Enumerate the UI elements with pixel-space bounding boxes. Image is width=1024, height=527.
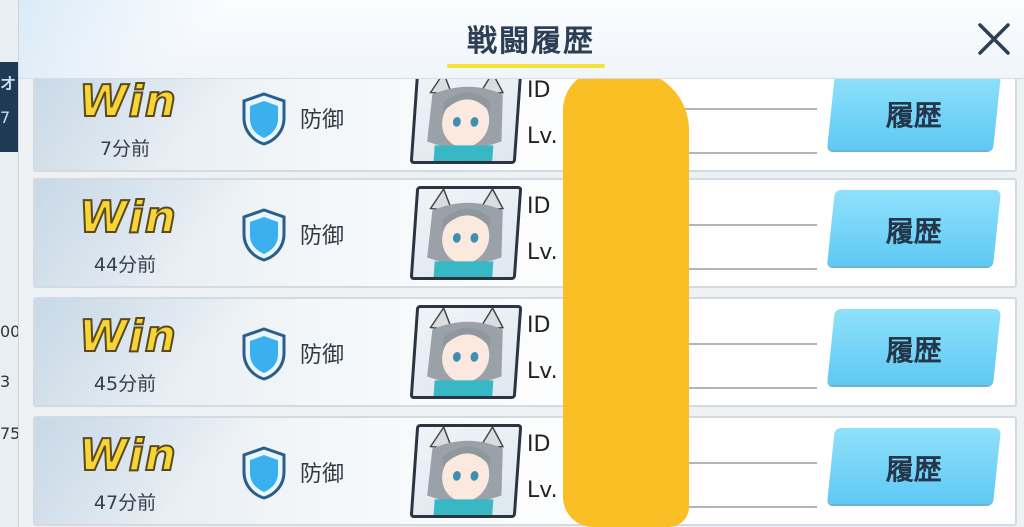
modal-title: 戦闘履歴 [467,24,595,59]
opponent-avatar[interactable] [409,305,523,399]
battle-row[interactable]: Win 44分前 防御 ID Lv. 履歴 [33,178,1017,288]
role-label: 防御 [300,343,345,368]
battle-row[interactable]: Win 45分前 防御 ID Lv. 履歴 [33,297,1017,407]
shield-icon [242,446,286,500]
player-id-label: ID [527,194,551,219]
player-level-label: Lv. [527,478,558,503]
redaction-marker [563,70,689,527]
close-icon[interactable] [969,14,1019,64]
history-button[interactable]: 履歴 [827,190,1001,266]
win-label: Win [78,191,177,244]
title-underline [447,64,605,68]
background-text: 3 [0,372,11,391]
player-id-label: ID [527,78,551,103]
role-label: 防御 [300,108,345,133]
opponent-avatar[interactable] [409,70,523,164]
background-screen: オ 7 00 3 75 [0,0,20,527]
battle-row[interactable]: Win 47分前 防御 ID Lv. 履歴 [33,416,1017,526]
player-id-label: ID [527,313,551,338]
time-ago: 7分前 [99,138,151,160]
player-level-label: Lv. [527,124,558,149]
shield-icon [242,92,286,146]
history-button[interactable]: 履歴 [827,309,1001,385]
battle-list[interactable]: Win 7分前 防御 ID Lv. 履歴 Win 44分前 防御 ID Lv. … [19,0,1024,527]
background-text: オ [0,74,17,93]
modal-header: 戦闘履歴 [19,0,1024,79]
player-id-label: ID [527,432,551,457]
time-ago: 47分前 [93,492,157,514]
time-ago: 45分前 [93,373,157,395]
history-button[interactable]: 履歴 [827,428,1001,504]
history-button[interactable]: 履歴 [827,74,1001,150]
opponent-avatar[interactable] [409,424,523,518]
time-ago: 44分前 [93,254,157,276]
player-level-label: Lv. [527,359,558,384]
shield-icon [242,208,286,262]
role-label: 防御 [300,462,345,487]
opponent-avatar[interactable] [409,186,523,280]
shield-icon [242,327,286,381]
role-label: 防御 [300,224,345,249]
background-text: 7 [0,108,11,127]
win-label: Win [78,75,177,128]
win-label: Win [78,310,177,363]
win-label: Win [78,429,177,482]
battle-history-modal: Win 7分前 防御 ID Lv. 履歴 Win 44分前 防御 ID Lv. … [18,0,1024,527]
player-level-label: Lv. [527,240,558,265]
